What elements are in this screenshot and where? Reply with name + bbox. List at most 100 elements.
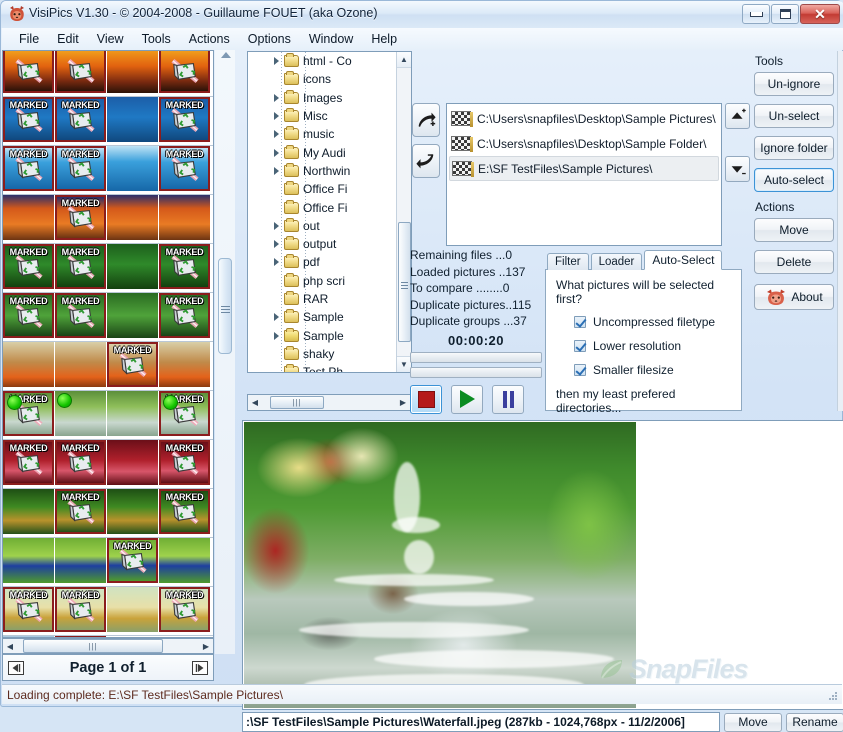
menu-tools[interactable]: Tools — [133, 30, 180, 48]
menu-options[interactable]: Options — [239, 30, 300, 48]
thumbnail-cell[interactable] — [3, 489, 54, 534]
menu-window[interactable]: Window — [300, 30, 362, 48]
un-ignore-button[interactable]: Un-ignore — [754, 72, 834, 96]
preview-rename-button[interactable]: Rename — [786, 713, 843, 732]
thumbnail-cell[interactable] — [159, 195, 210, 240]
thumbnail-cell[interactable] — [3, 538, 54, 583]
tree-node[interactable]: output — [248, 235, 396, 253]
thumbnail-cell[interactable] — [107, 146, 158, 191]
thumbnail-cell[interactable]: MARKED — [3, 587, 54, 632]
thumbnail-cell[interactable]: MARKED — [159, 293, 210, 338]
play-button[interactable] — [451, 385, 483, 414]
tree-node[interactable]: php scri — [248, 272, 396, 290]
thumbnail-cell[interactable]: MARKED — [107, 342, 158, 387]
expand-arrow-icon[interactable] — [272, 148, 281, 157]
menu-file[interactable]: File — [10, 30, 48, 48]
expand-arrow-icon[interactable] — [272, 166, 281, 175]
thumbnail-cell[interactable] — [107, 97, 158, 142]
tree-scroll-right-icon[interactable]: ▶ — [396, 396, 410, 410]
tree-vertical-scrollbar[interactable]: ▲ ▼ — [396, 52, 411, 372]
about-button[interactable]: About — [754, 284, 834, 310]
thumbnail-cell[interactable]: MARKED — [159, 440, 210, 485]
thumbnail-cell[interactable] — [55, 342, 106, 387]
folder-list-item[interactable]: C:\Users\snapfiles\Desktop\Sample Pictur… — [449, 106, 719, 131]
tree-node[interactable]: html - Co — [248, 52, 396, 70]
ignore-folder-button[interactable]: Ignore folder — [754, 136, 834, 160]
thumbnail-cell[interactable] — [159, 50, 210, 93]
expand-arrow-icon[interactable] — [272, 57, 281, 66]
auto-select-option[interactable]: Smaller filesize — [574, 363, 731, 377]
resize-grip-icon[interactable] — [827, 690, 839, 702]
thumbnail-cell[interactable]: MARKED — [159, 489, 210, 534]
add-folder-button[interactable] — [412, 103, 440, 137]
stop-button[interactable] — [410, 385, 442, 414]
tree-node[interactable]: Northwin — [248, 162, 396, 180]
move-down-button[interactable] — [725, 156, 750, 182]
thumbnail-cell[interactable] — [3, 195, 54, 240]
thumbnail-cell[interactable]: MARKED — [55, 244, 106, 289]
thumbnail-cell[interactable]: MARKED — [159, 391, 210, 436]
thumbnail-cell[interactable] — [107, 391, 158, 436]
thumbnail-cell[interactable] — [107, 587, 158, 632]
thumbnail-cell[interactable] — [107, 195, 158, 240]
thumbnail-cell[interactable] — [3, 50, 54, 93]
expand-arrow-icon[interactable] — [272, 130, 281, 139]
thumbnail-cell[interactable]: MARKED — [55, 146, 106, 191]
thumbnail-cell[interactable] — [159, 342, 210, 387]
tree-node[interactable]: music — [248, 125, 396, 143]
checkbox[interactable] — [574, 340, 586, 352]
tab-loader[interactable]: Loader — [591, 253, 643, 270]
thumbnail-cell[interactable] — [107, 244, 158, 289]
thumbnail-cell[interactable]: MARKED — [55, 587, 106, 632]
thumbnail-cell[interactable]: MARKED — [55, 97, 106, 142]
tree-node[interactable]: shaky — [248, 345, 396, 363]
thumbnail-cell[interactable]: MARKED — [3, 293, 54, 338]
vertical-splitter[interactable] — [215, 50, 235, 654]
splitter-grip[interactable] — [218, 258, 232, 354]
scroll-thumb[interactable]: ||| — [23, 639, 163, 653]
expand-arrow-icon[interactable] — [272, 331, 281, 340]
thumbnail-cell[interactable]: MARKED — [55, 195, 106, 240]
next-page-button[interactable] — [190, 658, 210, 678]
tree-node[interactable]: My Audi — [248, 143, 396, 161]
expand-arrow-icon[interactable] — [272, 93, 281, 102]
move-button[interactable]: Move — [754, 218, 834, 242]
tree-hscroll-thumb[interactable]: ||| — [270, 396, 324, 409]
top-pane-scrollbar[interactable] — [837, 51, 843, 411]
thumbnail-cell[interactable] — [55, 538, 106, 583]
auto-select-button[interactable]: Auto-select — [754, 168, 834, 192]
thumbnail-cell[interactable]: MARKED — [3, 146, 54, 191]
pause-button[interactable] — [492, 385, 524, 414]
tree-node[interactable]: pdf — [248, 253, 396, 271]
checkbox[interactable] — [574, 364, 586, 376]
preview-move-button[interactable]: Move — [724, 713, 782, 732]
auto-select-option[interactable]: Uncompressed filetype — [574, 315, 731, 329]
tree-scroll-down-icon[interactable]: ▼ — [397, 356, 411, 372]
thumbnail-cell[interactable]: MARKED — [3, 244, 54, 289]
close-button[interactable]: ✕ — [800, 4, 840, 24]
thumbnail-cell[interactable] — [159, 538, 210, 583]
tree-horizontal-scrollbar[interactable]: ◀ ||| ▶ — [247, 394, 412, 411]
expand-arrow-icon[interactable] — [272, 221, 281, 230]
expand-arrow-icon[interactable] — [272, 313, 281, 322]
thumbnail-cell[interactable]: MARKED — [159, 146, 210, 191]
duplicate-thumbnail-grid[interactable]: MARKED MARKED MARKED MARKED MARKED MARKE… — [2, 50, 214, 638]
menu-edit[interactable]: Edit — [48, 30, 88, 48]
previous-page-button[interactable] — [6, 658, 26, 678]
auto-select-option[interactable]: Lower resolution — [574, 339, 731, 353]
thumbnail-cell[interactable]: MARKED — [3, 391, 54, 436]
tree-node[interactable]: Office Fi — [248, 180, 396, 198]
thumbnail-horizontal-scrollbar[interactable]: ◀ ||| ▶ — [2, 638, 214, 654]
tree-node[interactable]: out — [248, 217, 396, 235]
thumbnail-cell[interactable]: MARKED — [55, 440, 106, 485]
menu-help[interactable]: Help — [362, 30, 406, 48]
thumbnail-cell[interactable]: MARKED — [159, 97, 210, 142]
tree-scroll-up-icon[interactable]: ▲ — [397, 52, 411, 68]
folder-list-item[interactable]: C:\Users\snapfiles\Desktop\Sample Folder… — [449, 131, 719, 156]
selected-folders-list[interactable]: C:\Users\snapfiles\Desktop\Sample Pictur… — [446, 103, 722, 246]
thumbnail-cell[interactable]: MARKED — [3, 440, 54, 485]
checkbox[interactable] — [574, 316, 586, 328]
expand-arrow-icon[interactable] — [272, 258, 281, 267]
thumbnail-cell[interactable]: MARKED — [159, 244, 210, 289]
tree-node[interactable]: Sample — [248, 308, 396, 326]
